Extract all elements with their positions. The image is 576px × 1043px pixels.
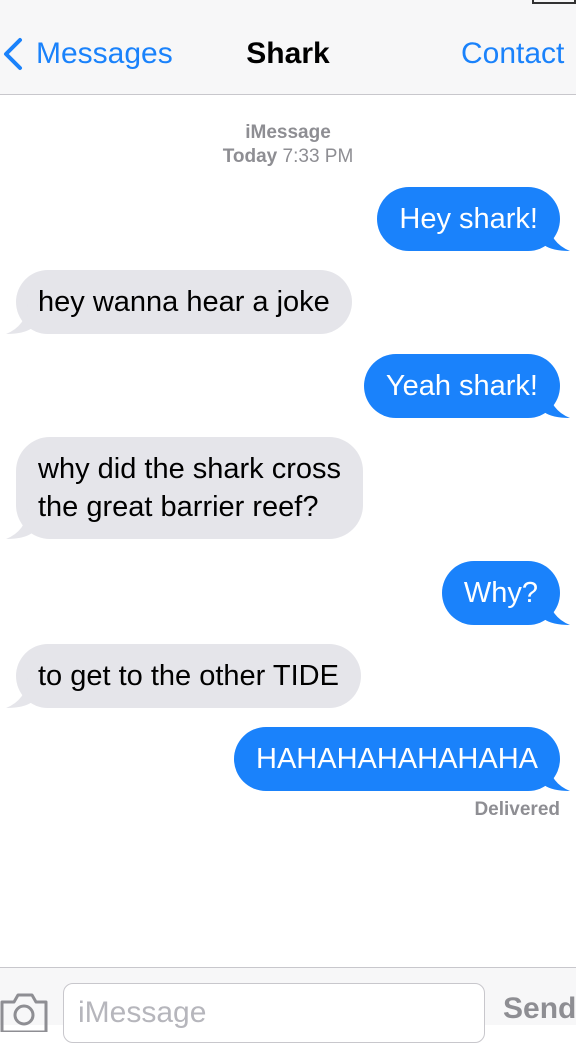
- message-composer-bar: Send: [0, 967, 576, 1043]
- message-text: to get to the other TIDE: [38, 660, 339, 692]
- message-bubble-outgoing[interactable]: Hey shark!: [377, 187, 570, 251]
- bubble-tail: [6, 509, 32, 539]
- navigation-bar: Messages Shark Contact: [0, 10, 576, 95]
- contact-button[interactable]: Contact: [461, 34, 564, 74]
- message-bubble-outgoing[interactable]: Yeah shark!: [363, 354, 570, 418]
- message-bubble-incoming[interactable]: hey wanna hear a joke: [6, 270, 352, 334]
- message-input[interactable]: [63, 983, 485, 1043]
- chevron-left-icon: [4, 38, 22, 70]
- message-text-line: the great barrier reef?: [38, 491, 319, 523]
- message-text: Why?: [463, 577, 538, 609]
- message-text: Yeah shark!: [385, 370, 538, 402]
- bubble-tail: [544, 388, 570, 418]
- bubble-tail: [544, 221, 570, 251]
- camera-icon[interactable]: [0, 992, 50, 1032]
- battery-icon: [532, 0, 576, 4]
- bubble-tail: [6, 304, 32, 334]
- message-text: Hey shark!: [399, 203, 538, 235]
- message-text: hey wanna hear a joke: [38, 286, 330, 318]
- bubble-tail: [544, 595, 570, 625]
- message-bubble-incoming[interactable]: why did the shark cross the great barrie…: [6, 437, 364, 539]
- message-text-line: why did the shark cross: [38, 453, 342, 485]
- thread-day: Today: [222, 146, 278, 167]
- bubble-tail: [6, 678, 32, 708]
- message-bubble-outgoing[interactable]: HAHAHAHAHAHAHA: [234, 727, 570, 791]
- thread-time: 7:33 PM: [282, 146, 354, 167]
- back-button-label: Messages: [36, 37, 173, 70]
- bubble-tail: [544, 761, 570, 791]
- message-text: HAHAHAHAHAHAHA: [256, 743, 538, 775]
- message-bubble-outgoing[interactable]: Why?: [441, 561, 570, 625]
- delivery-status: Delivered: [474, 799, 560, 820]
- send-button[interactable]: Send: [503, 992, 576, 1026]
- status-bar: [0, 0, 576, 10]
- thread-timestamp: Today 7:33 PM: [0, 146, 576, 168]
- back-button[interactable]: Messages: [0, 34, 173, 74]
- thread-service-label: iMessage: [245, 122, 331, 143]
- message-bubble-incoming[interactable]: to get to the other TIDE: [6, 644, 361, 708]
